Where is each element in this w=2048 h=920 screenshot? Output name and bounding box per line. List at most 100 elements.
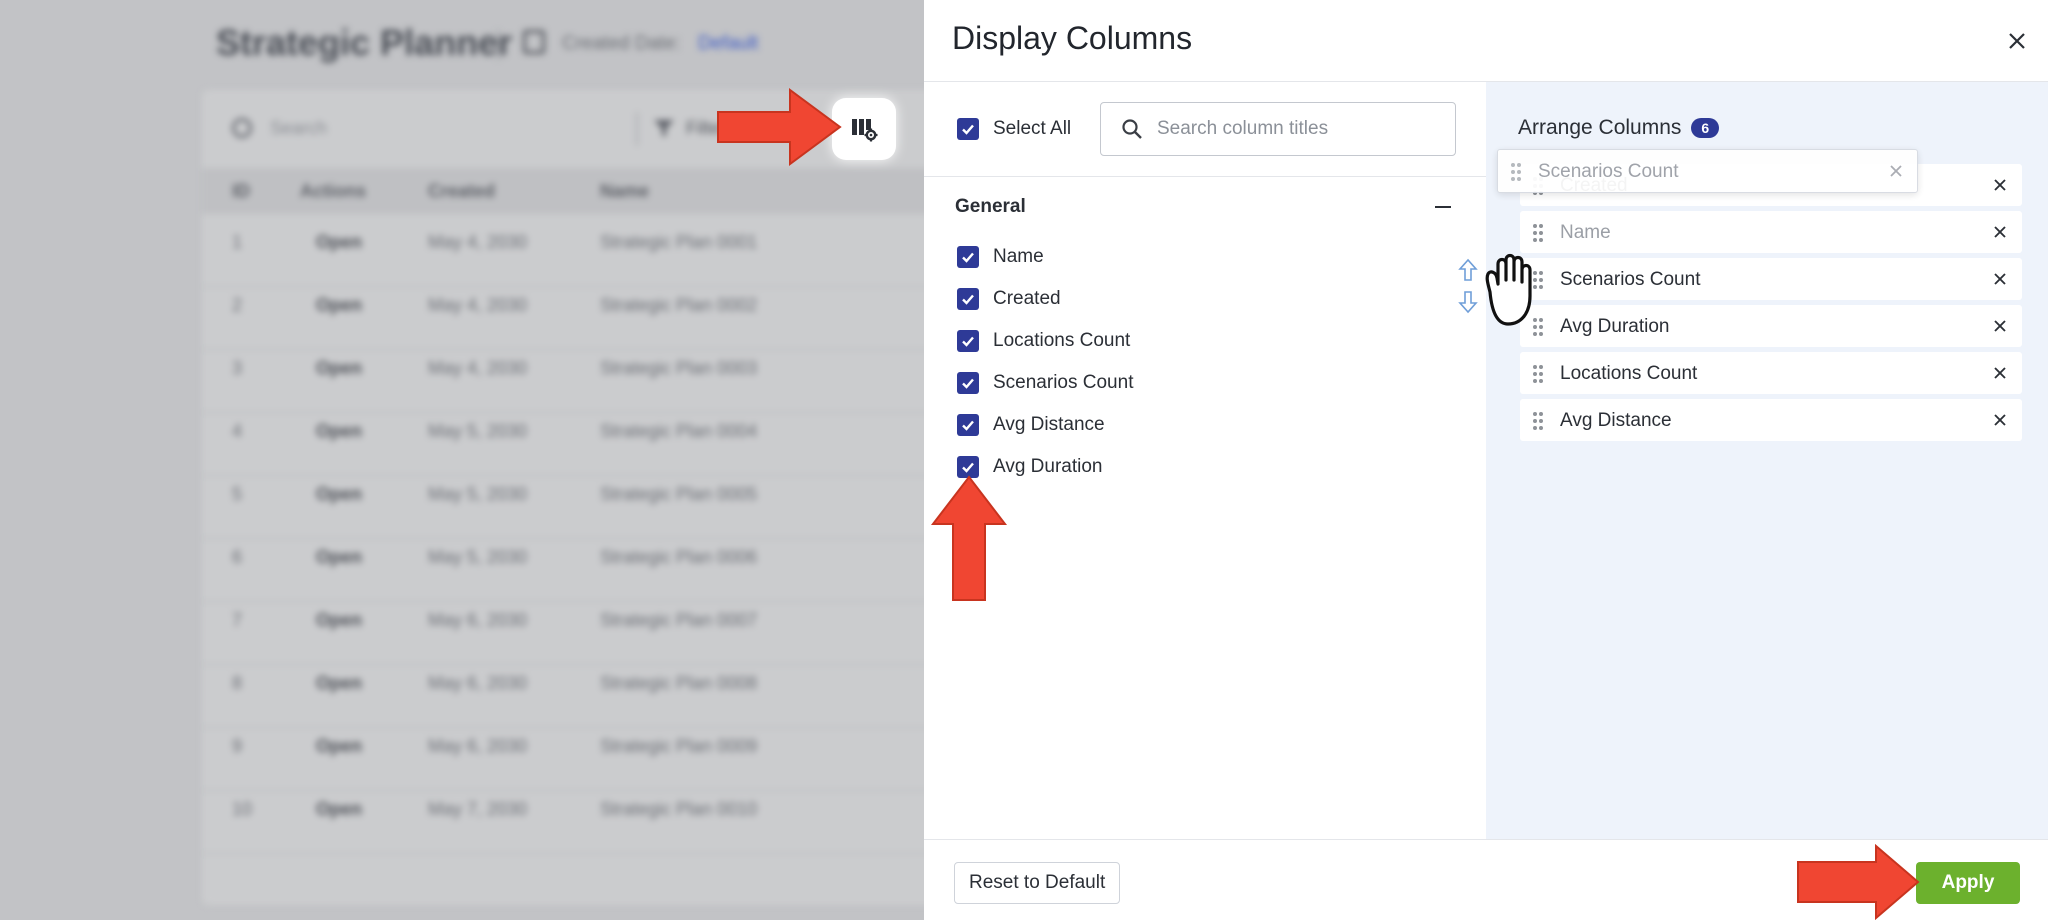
table-row[interactable]: 6 Open May 5, 2030 Strategic Plan 0006 xyxy=(0,543,924,606)
table-cell-id: 7 xyxy=(232,610,243,630)
checkbox-checked-icon xyxy=(957,118,979,140)
table-cell-name: Strategic Plan 0010 xyxy=(600,799,758,819)
checkbox-checked-icon xyxy=(957,372,979,394)
table-cell-created: May 5, 2030 xyxy=(428,547,528,567)
table-row[interactable]: 10 Open May 7, 2030 Strategic Plan 0010 xyxy=(0,795,924,858)
row-divider xyxy=(202,475,924,476)
page-title: Strategic Planner xyxy=(216,22,513,63)
table-cell-action[interactable]: Open xyxy=(316,358,362,379)
remove-icon[interactable] xyxy=(1992,365,2008,381)
table-cell-action[interactable]: Open xyxy=(316,295,362,316)
row-divider xyxy=(202,349,924,350)
drag-handle-icon[interactable] xyxy=(1532,270,1544,290)
row-divider xyxy=(202,790,924,791)
column-checkbox-item[interactable]: Locations Count xyxy=(957,320,1133,362)
header-divider xyxy=(497,30,499,60)
table-cell-id: 1 xyxy=(232,232,243,252)
remove-icon[interactable] xyxy=(1992,412,2008,428)
dialog-footer: Reset to Default Apply xyxy=(924,839,2048,920)
table-row[interactable]: 5 Open May 5, 2030 Strategic Plan 0005 xyxy=(0,480,924,543)
remove-icon[interactable] xyxy=(1992,318,2008,334)
search-icon xyxy=(1122,119,1142,139)
drag-handle-icon[interactable] xyxy=(1532,364,1544,384)
remove-icon[interactable] xyxy=(1992,271,2008,287)
table-cell-id: 4 xyxy=(232,421,243,441)
background-page: Strategic Planner Created Date: Default … xyxy=(0,0,924,920)
column-search-field[interactable] xyxy=(1100,102,1456,156)
drag-handle-icon[interactable] xyxy=(1532,411,1544,431)
table-row[interactable]: 3 Open May 4, 2030 Strategic Plan 0003 xyxy=(0,354,924,417)
arranged-column-list: CreatedNameScenarios CountAvg DurationLo… xyxy=(1520,164,2022,446)
table-cell-name: Strategic Plan 0007 xyxy=(600,610,758,630)
dialog-title: Display Columns xyxy=(952,20,1193,56)
column-header-id: ID xyxy=(232,181,250,201)
drag-handle-icon[interactable] xyxy=(1532,317,1544,337)
table-cell-created: May 4, 2030 xyxy=(428,358,528,378)
table-cell-name: Strategic Plan 0005 xyxy=(600,484,758,504)
date-filter-label: Created Date: xyxy=(562,33,681,54)
table-cell-action[interactable]: Open xyxy=(316,421,362,442)
table-cell-name: Strategic Plan 0009 xyxy=(600,736,758,756)
table-cell-action[interactable]: Open xyxy=(316,484,362,505)
table-row[interactable]: 9 Open May 6, 2030 Strategic Plan 0009 xyxy=(0,732,924,795)
table-row[interactable]: 8 Open May 6, 2030 Strategic Plan 0008 xyxy=(0,669,924,732)
date-filter-value[interactable]: Default xyxy=(698,33,758,55)
row-divider xyxy=(202,601,924,602)
table-cell-created: May 7, 2030 xyxy=(428,799,528,819)
arranged-column-item[interactable]: Name xyxy=(1520,211,2022,253)
table-cell-id: 3 xyxy=(232,358,243,378)
column-checkbox-item[interactable]: Avg Duration xyxy=(957,446,1133,488)
close-icon[interactable] xyxy=(2002,26,2032,56)
table-cell-name: Strategic Plan 0003 xyxy=(600,358,758,378)
arranged-column-item[interactable]: Avg Distance xyxy=(1520,399,2022,441)
select-all-label: Select All xyxy=(993,118,1072,139)
remove-icon[interactable] xyxy=(1992,177,2008,193)
table-cell-action[interactable]: Open xyxy=(316,547,362,568)
dragging-column-card[interactable]: Scenarios Count xyxy=(1497,149,1918,193)
table-cell-id: 2 xyxy=(232,295,243,315)
table-cell-created: May 6, 2030 xyxy=(428,610,528,630)
columns-settings-button[interactable] xyxy=(832,98,896,160)
apply-button[interactable]: Apply xyxy=(1916,862,2020,904)
display-columns-dialog: Display Columns Select All General Name C… xyxy=(924,0,2048,920)
table-cell-action[interactable]: Open xyxy=(316,736,362,757)
table-search-input[interactable]: Search xyxy=(270,118,327,139)
row-divider xyxy=(202,412,924,413)
table-row[interactable]: 4 Open May 5, 2030 Strategic Plan 0004 xyxy=(0,417,924,480)
column-checkbox-item[interactable]: Avg Distance xyxy=(957,404,1133,446)
toolbar-divider xyxy=(636,112,638,146)
column-checkbox-item[interactable]: Name xyxy=(957,236,1133,278)
arranged-column-label: Name xyxy=(1560,222,1611,243)
select-all-checkbox[interactable]: Select All xyxy=(957,118,1071,140)
remove-icon[interactable] xyxy=(1992,224,2008,240)
filter-button[interactable]: Filter xyxy=(686,118,726,139)
table-cell-created: May 6, 2030 xyxy=(428,673,528,693)
table-cell-created: May 4, 2030 xyxy=(428,232,528,252)
table-row[interactable]: 2 Open May 4, 2030 Strategic Plan 0002 xyxy=(0,291,924,354)
column-checkbox-label: Created xyxy=(993,288,1061,309)
table-cell-name: Strategic Plan 0002 xyxy=(600,295,758,315)
column-checkbox-item[interactable]: Scenarios Count xyxy=(957,362,1133,404)
column-search-input[interactable] xyxy=(1157,118,1437,140)
remove-icon xyxy=(1890,165,1902,177)
table-cell-action[interactable]: Open xyxy=(316,610,362,631)
table-cell-action[interactable]: Open xyxy=(316,232,362,253)
column-checkbox-label: Scenarios Count xyxy=(993,372,1134,393)
column-checkbox-item[interactable]: Created xyxy=(957,278,1133,320)
table-cell-id: 5 xyxy=(232,484,243,504)
arranged-column-item[interactable]: Locations Count xyxy=(1520,352,2022,394)
reset-to-default-button[interactable]: Reset to Default xyxy=(954,862,1121,904)
arranged-column-item[interactable]: Scenarios Count xyxy=(1520,258,2022,300)
table-cell-action[interactable]: Open xyxy=(316,673,362,694)
search-icon xyxy=(232,118,252,138)
table-row[interactable]: 7 Open May 6, 2030 Strategic Plan 0007 xyxy=(0,606,924,669)
collapse-minus-icon[interactable] xyxy=(1432,196,1454,218)
arranged-column-item[interactable]: Avg Duration xyxy=(1520,305,2022,347)
column-checkbox-list: Name Created Locations Count Scenarios Coun… xyxy=(957,236,1133,488)
table-cell-id: 6 xyxy=(232,547,243,567)
table-row[interactable]: 1 Open May 4, 2030 Strategic Plan 0001 xyxy=(0,228,924,291)
column-header-actions: Actions xyxy=(300,181,367,201)
table-cell-action[interactable]: Open xyxy=(316,799,362,820)
drag-handle-icon[interactable] xyxy=(1532,223,1544,243)
arranged-column-label: Avg Duration xyxy=(1560,316,1670,337)
